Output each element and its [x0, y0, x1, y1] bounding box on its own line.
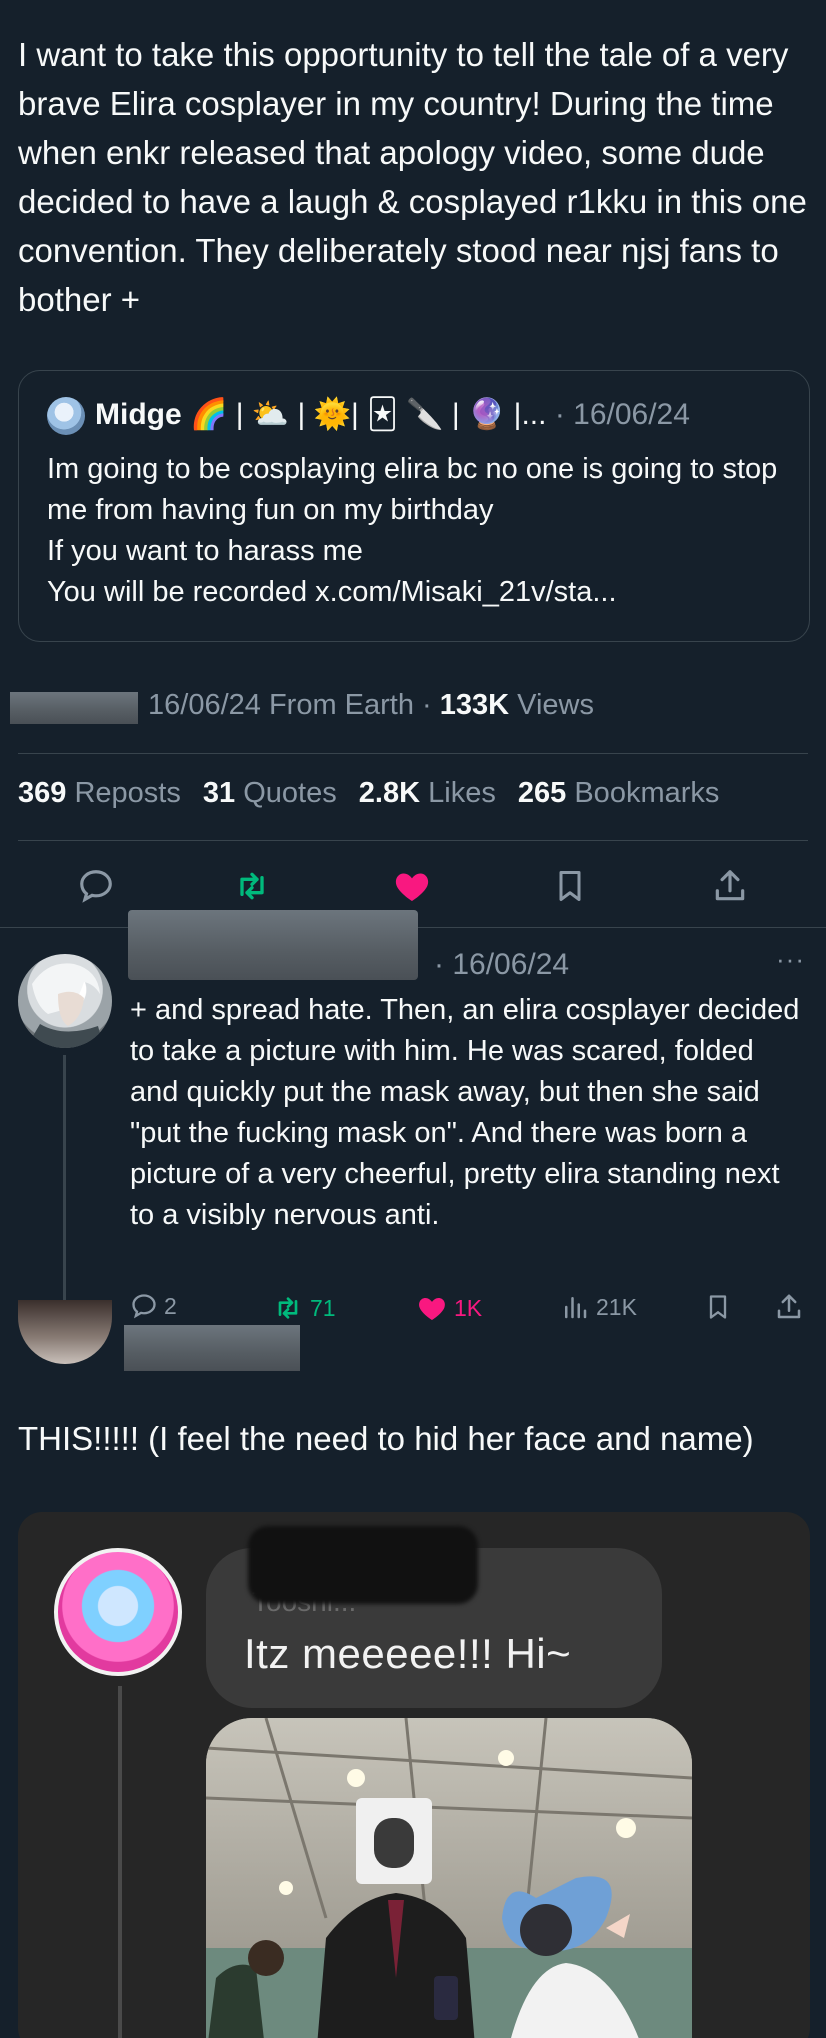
bookmark-icon [559, 871, 581, 901]
convention-photo [206, 1718, 692, 2038]
bookmark-icon [709, 1295, 727, 1319]
redacted-name [128, 910, 418, 980]
reply-icon [80, 870, 112, 903]
views-count: 133K [439, 689, 510, 721]
tweet-stats: 369 Reposts 31 Quotes 2.8K Likes 265 Boo… [18, 777, 719, 810]
share-icon [715, 870, 745, 901]
quoted-avatar[interactable] [47, 397, 85, 435]
quoted-date: · 16/06/24 [554, 398, 690, 431]
reply-retweet-button[interactable]: 71 [272, 1292, 336, 1324]
redacted-time [10, 692, 138, 724]
redacted-bubble-name [248, 1526, 478, 1604]
quoted-name[interactable]: Midge [95, 398, 182, 431]
retweet-icon [240, 872, 264, 900]
post-avatar[interactable] [18, 1300, 112, 1364]
like-button[interactable] [390, 864, 434, 908]
quoted-header: Midge 🌈 | ⛅ | 🌞| 🃏 🔪 | 🔮 |... · 16/06/24 [95, 395, 690, 435]
reply-reply-button[interactable]: 2 [130, 1292, 177, 1320]
image-thread-line [118, 1686, 122, 2038]
like-icon [395, 873, 429, 901]
avatar-image [26, 963, 104, 1048]
stat-quotes[interactable]: 31 Quotes [203, 777, 337, 809]
reply-date: · 16/06/24 [434, 948, 570, 981]
stat-bookmarks[interactable]: 265 Bookmarks [518, 777, 720, 809]
tweet-date-location: 16/06/24 From Earth · [148, 689, 432, 721]
share-icon [777, 1294, 801, 1319]
reply-text: + and spread hate. Then, an elira cospla… [130, 994, 800, 1231]
reply-avatar[interactable] [18, 954, 112, 1048]
photo-image [206, 1718, 692, 2038]
reply-like-button[interactable]: 1K [416, 1292, 482, 1324]
image-avatar [54, 1548, 182, 1676]
more-options-icon[interactable]: ··· [776, 944, 805, 975]
quoted-tweet[interactable]: Midge 🌈 | ⛅ | 🌞| 🃏 🔪 | 🔮 |... · 16/06/24… [18, 370, 810, 642]
retweet-count: 71 [310, 1294, 336, 1321]
like-count: 1K [454, 1294, 483, 1321]
retweet-icon [278, 1297, 298, 1319]
reply-views-button[interactable]: 21K [560, 1292, 637, 1322]
views-count: 21K [596, 1293, 637, 1320]
divider [18, 753, 808, 754]
quoted-text: Im going to be cosplaying elira bc no on… [47, 453, 778, 608]
redacted-username [124, 1325, 300, 1371]
views-label: Views [517, 689, 594, 721]
views-icon [565, 1297, 587, 1319]
reply-button[interactable] [74, 864, 118, 908]
attached-image[interactable]: Tooshi... Itz meeeee!!! Hi~ [18, 1512, 810, 2038]
stat-likes[interactable]: 2.8K Likes [359, 777, 496, 809]
retweet-button[interactable] [230, 864, 274, 908]
reply-icon [132, 1294, 156, 1319]
tweet-text: I want to take this opportunity to tell … [18, 36, 807, 318]
divider [18, 840, 808, 841]
like-icon [419, 1298, 445, 1320]
stat-reposts[interactable]: 369 Reposts [18, 777, 181, 809]
post-text: THIS!!!!! (I feel the need to hid her fa… [18, 1420, 754, 1457]
thread-line [63, 1055, 66, 1330]
reply-count: 2 [164, 1292, 177, 1319]
tweet-meta: 16/06/24 From Earth · 133K Views [148, 689, 594, 722]
bookmark-button[interactable] [548, 864, 592, 908]
reply-bookmark-button[interactable] [704, 1292, 732, 1322]
bubble-text: Itz meeeee!!! Hi~ [244, 1630, 572, 1677]
reply-share-button[interactable] [774, 1292, 804, 1322]
quoted-name-emojis: 🌈 | ⛅ | 🌞| 🃏 🔪 | 🔮 |... [190, 398, 547, 431]
share-button[interactable] [708, 864, 752, 908]
